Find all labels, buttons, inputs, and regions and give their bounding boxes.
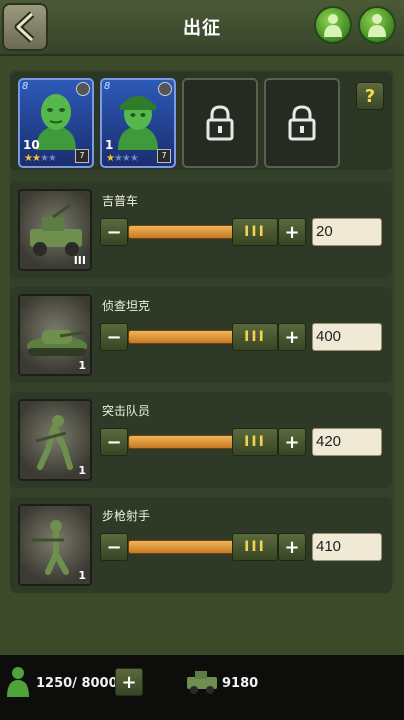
unit-name: 突击队员 (102, 404, 151, 418)
hero-card-2[interactable]: 8 1 ★★★★ 7 (100, 78, 176, 168)
quantity-slider-thumb[interactable]: III (232, 323, 278, 351)
quantity-slider-track[interactable] (128, 540, 236, 554)
unit-count: 1 (78, 359, 86, 372)
resource-bar: 1250/ 8000 + 9180 (0, 655, 404, 720)
unit-row-rifleman: 1 步枪射手 − III + 410 (10, 497, 392, 593)
unit-name: 侦查坦克 (102, 299, 151, 313)
unit-thumbnail: III (18, 189, 92, 271)
locked-slot-1[interactable] (182, 78, 258, 168)
quantity-slider-track[interactable] (128, 330, 236, 344)
locked-slot-2[interactable] (264, 78, 340, 168)
unit-row-recon-tank: 1 侦查坦克 − III + 400 (10, 287, 392, 383)
quantity-slider-track[interactable] (128, 435, 236, 449)
quantity-field[interactable]: 410 (312, 533, 382, 561)
help-button[interactable]: ? (356, 82, 384, 110)
unit-count: III (73, 254, 86, 267)
decrease-button[interactable]: − (100, 218, 128, 246)
decrease-button[interactable]: − (100, 323, 128, 351)
hero-level: 10 (23, 138, 40, 152)
decrease-button[interactable]: − (100, 533, 128, 561)
top-bar: 出征 (0, 0, 404, 56)
quantity-slider-thumb[interactable]: III (232, 533, 278, 561)
hero-portrait (118, 96, 158, 150)
hero-level: 1 (105, 138, 114, 152)
unit-count: 1 (78, 569, 86, 582)
quantity-field[interactable]: 20 (312, 218, 382, 246)
hero-stars: ★★★★ (106, 153, 139, 164)
increase-button[interactable]: + (278, 323, 306, 351)
lock-icon (288, 105, 316, 141)
unit-name: 吉普车 (102, 194, 139, 208)
vehicle-icon (187, 671, 217, 694)
hero-stars: ★★★★ (24, 153, 57, 164)
add-capacity-button[interactable]: + (115, 668, 143, 696)
lock-icon (206, 105, 234, 141)
unit-thumbnail: 1 (18, 399, 92, 481)
squad-one-button[interactable] (314, 6, 352, 44)
decrease-button[interactable]: − (100, 428, 128, 456)
hero-card-1[interactable]: 8 10 ★★★★ 7 (18, 78, 94, 168)
unit-row-assault-trooper: 1 突击队员 − III + 420 (10, 392, 392, 488)
unit-name: 步枪射手 (102, 509, 151, 523)
hero-rank: 7 (157, 149, 171, 163)
unit-count: 1 (78, 464, 86, 477)
vehicle-count: 9180 (222, 676, 259, 691)
unit-thumbnail: 1 (18, 504, 92, 586)
troops-icon (7, 667, 29, 697)
quantity-field[interactable]: 400 (312, 323, 382, 351)
hero-rank: 7 (75, 149, 89, 163)
troop-capacity: 1250/ 8000 (36, 676, 118, 691)
unit-row-jeep: III 吉普车 − III + 20 (10, 182, 392, 278)
quantity-field[interactable]: 420 (312, 428, 382, 456)
increase-button[interactable]: + (278, 428, 306, 456)
unit-thumbnail: 1 (18, 294, 92, 376)
soldier-icon (324, 14, 342, 37)
soldier-icon (368, 14, 386, 37)
increase-button[interactable]: + (278, 533, 306, 561)
quantity-slider-track[interactable] (128, 225, 236, 239)
squad-two-button[interactable] (358, 6, 396, 44)
quantity-slider-thumb[interactable]: III (232, 428, 278, 456)
quantity-slider-thumb[interactable]: III (232, 218, 278, 246)
increase-button[interactable]: + (278, 218, 306, 246)
